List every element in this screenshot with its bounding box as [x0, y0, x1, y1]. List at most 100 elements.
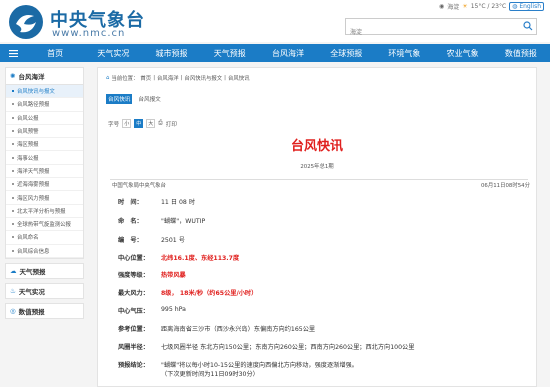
main-content: ⌂ 当前位置： 首页 | 台风海洋 | 台风快讯与报文 | 台风快讯 台风快讯 台风报… [97, 67, 537, 387]
sidebar-item-warning[interactable]: 台风预警 [6, 125, 83, 139]
bullet-icon [12, 209, 14, 212]
sidebar-item-label: 北太平洋分析与预报 [17, 208, 66, 215]
row-key: 强度等级： [118, 272, 149, 279]
row-value: 2501 号 [161, 237, 185, 244]
sidebar-item-ocean-weather[interactable]: 海洋天气预报 [6, 165, 83, 179]
globe-icon: ◎ [10, 306, 16, 315]
sidebar-section-label: 天气预报 [19, 267, 46, 276]
sidebar-section-numerical[interactable]: ◎ 数值预报 [5, 302, 84, 319]
breadcrumb: ⌂ 当前位置： 首页 | 台风海洋 | 台风快讯与报文 | 台风快讯 [106, 74, 250, 82]
row-value: "蝴蝶"将以每小时10-15公里的速度向西偏北方向移动，强度逐渐增强。 [161, 362, 358, 369]
typhoon-icon: ✺ [10, 72, 16, 80]
sidebar-item-global-cyclone[interactable]: 全球热带气旋监测公报 [6, 218, 83, 232]
sidebar-item-info[interactable]: 台风综合信息 [6, 245, 83, 258]
row-value: 北纬16.1度、东经113.7度 [161, 255, 240, 262]
sidebar-item-label: 海区风力预报 [17, 195, 50, 202]
breadcrumb-typhoon[interactable]: 台风海洋 [157, 74, 179, 82]
row-key: 命 名： [118, 218, 143, 225]
bullet-icon [12, 156, 14, 159]
font-size-medium[interactable]: 中 [134, 119, 144, 128]
sidebar-item-fog[interactable]: 近海海雾预报 [6, 178, 83, 192]
bullet-icon [12, 249, 14, 252]
row-key: 风圈半径： [118, 344, 149, 351]
agency-name: 中国气象局中央气象台 [112, 183, 166, 189]
header-temperature: 15°C / 23°C [470, 3, 507, 10]
english-button[interactable]: ◍ English [509, 2, 544, 11]
bullet-icon [12, 103, 14, 106]
header-weather: ◉ 海淀 ☀ 15°C / 23°C ◍ English [439, 2, 544, 11]
row-key: 预报结论： [118, 362, 149, 369]
bullet-icon [12, 183, 14, 186]
sidebar-section-forecast[interactable]: ☁ 天气预报 [5, 262, 84, 279]
nav-weather-live[interactable]: 天气实况 [84, 48, 142, 59]
header-location[interactable]: 海淀 [447, 2, 459, 11]
search-box [345, 18, 537, 39]
sidebar-item-north-pacific[interactable]: 北太平洋分析与预报 [6, 205, 83, 218]
tab-typhoon-message[interactable]: 台风报文 [136, 94, 162, 104]
sidebar-item-label: 海区预报 [17, 142, 39, 149]
nav-agriculture[interactable]: 农业气象 [434, 48, 492, 59]
tab-typhoon-flash[interactable]: 台风快讯 [106, 94, 133, 104]
divider [110, 179, 528, 180]
row-forecast: 预报结论： "蝴蝶"将以每小时10-15公里的速度向西偏北方向移动，强度逐渐增强。… [118, 360, 358, 378]
font-size-small[interactable]: 小 [122, 119, 132, 128]
sidebar-item-typhoon-flash[interactable]: 台风快讯与报文 [6, 85, 83, 99]
row-key: 时 间： [118, 199, 143, 206]
row-pressure: 中心气压： 995 hPa [118, 306, 186, 315]
sidebar-item-label: 台风综合信息 [17, 248, 50, 255]
nav-global-forecast[interactable]: 全球预报 [317, 48, 375, 59]
nav-home[interactable]: 首页 [26, 48, 84, 59]
menu-icon[interactable] [0, 49, 26, 57]
sidebar-section-label: 数值预报 [18, 307, 45, 316]
breadcrumb-flash-report[interactable]: 台风快讯与报文 [184, 74, 222, 82]
sidebar-item-track-forecast[interactable]: 台风路径预报 [6, 98, 83, 112]
bullet-icon [12, 130, 14, 133]
nav-numerical[interactable]: 数值预报 [492, 48, 550, 59]
row-max-wind: 最大风力： 8级， 18米/秒（约65公里/小时） [118, 288, 257, 297]
location-pin-icon: ◉ [439, 3, 445, 10]
breadcrumb-home[interactable]: 首页 [140, 74, 151, 82]
row-value-note: （下次更新时间为11日09时30分） [161, 371, 259, 378]
row-key: 中心气压： [118, 308, 149, 315]
cloud-icon: ☁ [10, 266, 17, 275]
search-input[interactable] [346, 26, 519, 39]
row-name: 命 名： "蝴蝶"，WUTIP [118, 216, 205, 225]
print-button[interactable]: 打印 [166, 120, 177, 128]
sidebar-item-bulletin[interactable]: 台风公报 [6, 112, 83, 125]
page-title: 台风快讯 [290, 139, 343, 154]
main-nav: 首页 天气实况 城市预报 天气预报 台风海洋 全球预报 环境气象 农业气象 数值… [0, 44, 550, 62]
nav-weather-forecast[interactable]: 天气预报 [201, 48, 259, 59]
sidebar-item-maritime[interactable]: 海事公报 [6, 151, 83, 165]
site-url-text: www.nmc.cn [52, 28, 126, 39]
nav-environment[interactable]: 环境气象 [375, 48, 433, 59]
bullet-icon [12, 90, 14, 93]
row-value: "蝴蝶"，WUTIP [161, 218, 206, 225]
sidebar-section-live[interactable]: ♨ 天气实况 [5, 282, 84, 299]
sidebar-item-wind[interactable]: 海区风力预报 [6, 191, 83, 205]
sidebar-item-label: 台风命名 [17, 235, 39, 242]
font-size-label: 字号 [108, 121, 120, 128]
row-number: 编 号： 2501 号 [118, 235, 185, 244]
bullet-icon [12, 196, 14, 199]
weather-icon: ☀ [462, 3, 468, 10]
sidebar-item-label: 全球热带气旋监测公报 [17, 222, 71, 229]
font-size-large[interactable]: 大 [146, 119, 156, 128]
sidebar: ✺ 台风海洋 台风快讯与报文 台风路径预报 台风公报 台风预警 海区预报 海事公… [5, 67, 84, 323]
nav-city-forecast[interactable]: 城市预报 [142, 48, 200, 59]
breadcrumb-prefix: 当前位置： [111, 76, 139, 82]
sidebar-item-sea-area[interactable]: 海区预报 [6, 138, 83, 152]
nav-typhoon-ocean[interactable]: 台风海洋 [259, 48, 317, 59]
row-value: 995 hPa [161, 306, 186, 313]
sidebar-item-label: 海事公报 [17, 155, 39, 162]
cma-logo-icon[interactable] [8, 4, 44, 40]
home-icon: ⌂ [106, 75, 110, 81]
bullet-icon [12, 143, 14, 146]
sidebar-title-label: 台风海洋 [18, 73, 45, 81]
row-key: 最大风力： [118, 290, 149, 297]
sidebar-typhoon-title[interactable]: ✺ 台风海洋 [6, 68, 83, 85]
sidebar-item-naming[interactable]: 台风命名 [6, 231, 83, 245]
row-key: 中心位置： [118, 255, 149, 262]
bullet-icon [12, 116, 14, 119]
search-icon[interactable] [523, 21, 533, 31]
print-icon[interactable]: ⎙ [158, 120, 162, 127]
